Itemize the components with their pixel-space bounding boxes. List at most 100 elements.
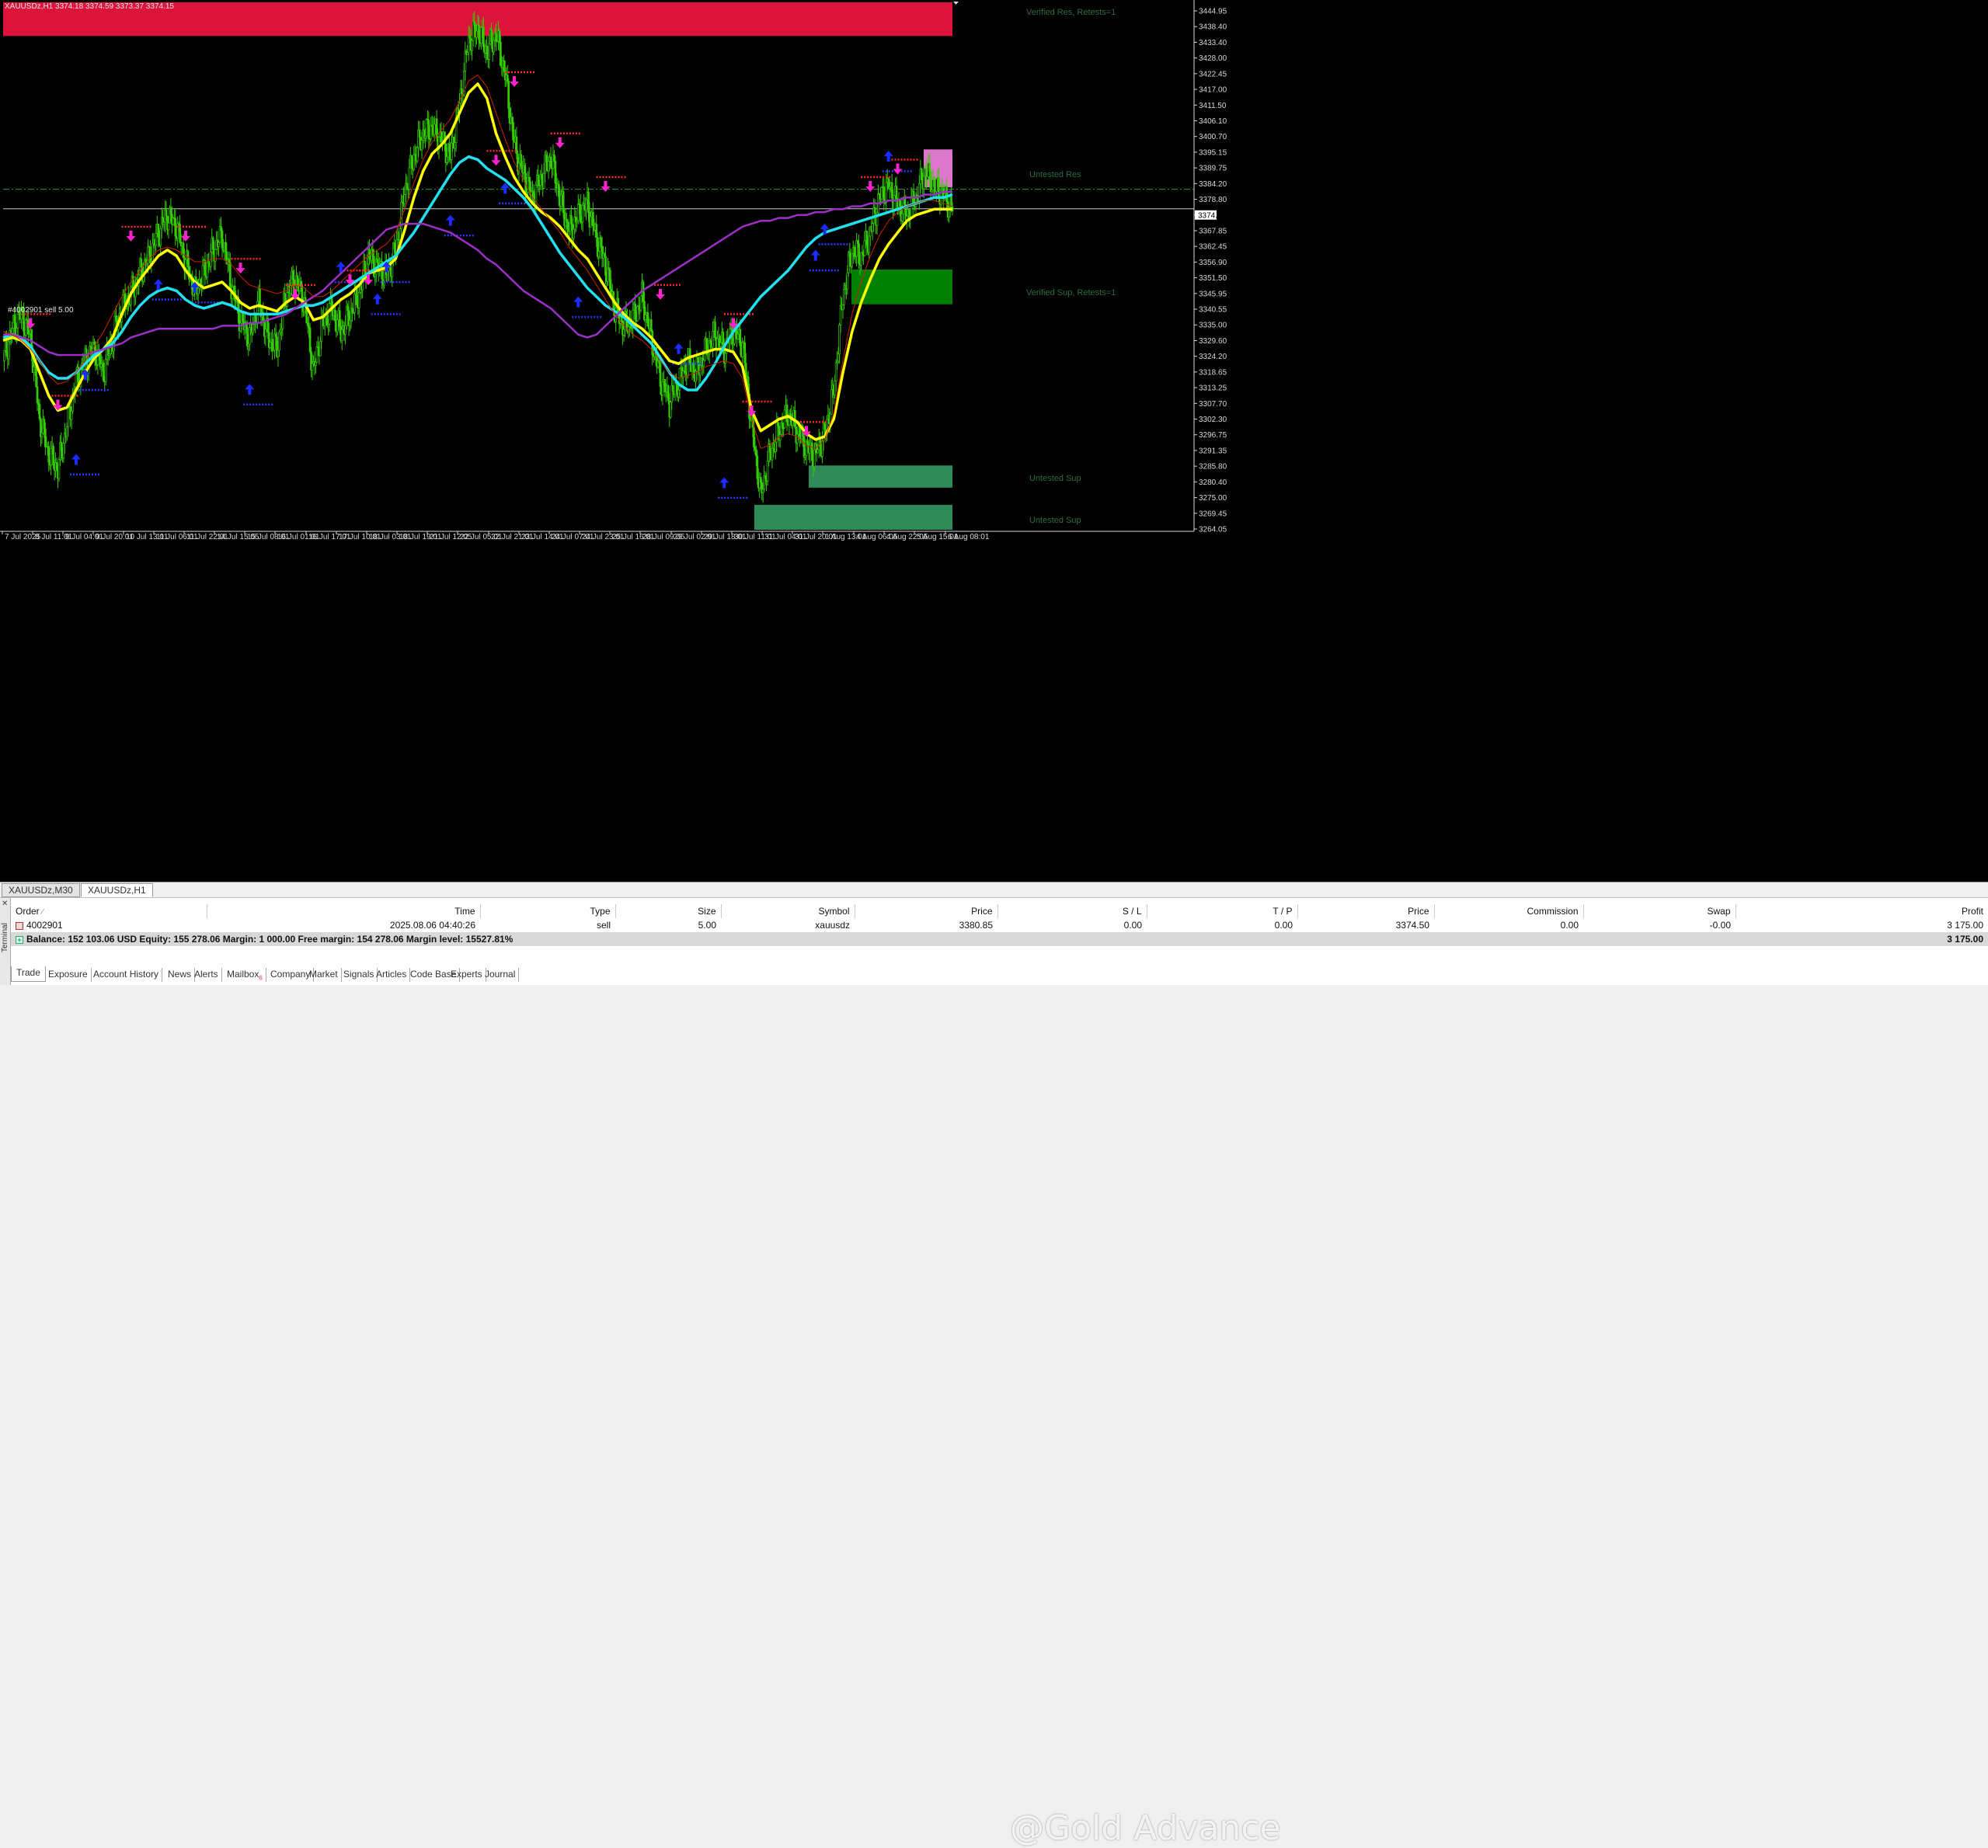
candle-body [186, 250, 190, 267]
candle-body [537, 175, 540, 186]
candle-body [557, 183, 560, 197]
tab-exposure[interactable]: Exposure [45, 968, 92, 982]
expand-icon[interactable]: + [16, 935, 23, 944]
candle-body [159, 228, 162, 246]
candle-body [157, 224, 160, 238]
price-tick-label: 3296.75 [1199, 431, 1227, 440]
candle-body [880, 186, 883, 200]
tab-journal[interactable]: Journal [482, 968, 520, 982]
column-header-symbol[interactable]: Symbol [721, 904, 855, 918]
candle-body [741, 343, 744, 357]
candle-body [933, 179, 935, 187]
candle-body [766, 461, 769, 482]
candle-body [837, 353, 840, 362]
tab-articles[interactable]: Articles [373, 968, 411, 982]
candle-body [798, 426, 801, 437]
candle-body [806, 440, 809, 445]
column-header-swap[interactable]: Swap [1583, 904, 1736, 918]
candle-body [671, 385, 674, 392]
tab-mailbox[interactable]: Mailbox6 [224, 968, 266, 982]
candle-body [3, 350, 5, 361]
up-arrow-icon [810, 249, 820, 261]
candle-body [254, 314, 256, 324]
candle-body [776, 422, 779, 426]
price-tick-label: 3335.00 [1199, 322, 1227, 330]
candle-body [248, 327, 251, 345]
candle-body [803, 436, 806, 458]
zone-label-verified-res: Verified Res, Retests=1 [1026, 8, 1116, 17]
tab-alerts[interactable]: Alerts [191, 968, 222, 982]
table-row[interactable]: 4002901 2025.08.06 04:40:26 sell 5.00 xa… [11, 918, 1988, 932]
order-type: sell [596, 920, 611, 931]
candle-body [743, 342, 747, 364]
signal-arrows [26, 75, 903, 489]
candle-body [512, 122, 514, 141]
candle-body [52, 446, 54, 466]
candle-body [410, 155, 413, 167]
candle-body [328, 303, 331, 325]
price-tick-label: 3264.05 [1199, 526, 1227, 534]
candle-body [608, 267, 611, 271]
column-header-order[interactable]: Order ⁄ [11, 904, 207, 918]
candle-body [573, 228, 575, 239]
symbol-header: XAUUSDz,H1 3374.18 3374.59 3373.37 3374.… [5, 2, 174, 11]
candle-body [950, 196, 952, 207]
candle-body [271, 339, 273, 352]
candle-body [473, 20, 475, 26]
price-tick-label: 3356.90 [1199, 259, 1227, 267]
chart-window-tabs: XAUUSDz,M30 XAUUSDz,H1 [0, 882, 1988, 898]
tab-account-history[interactable]: Account History [90, 968, 163, 982]
column-header-take-profit[interactable]: T / P [1147, 904, 1298, 918]
tab-experts[interactable]: Experts [447, 968, 486, 982]
candle-body [357, 291, 360, 308]
column-header-commission[interactable]: Commission [1434, 904, 1584, 918]
candle-body [62, 443, 65, 458]
tab-xauusdz-h1[interactable]: XAUUSDz,H1 [81, 883, 153, 897]
candle-body [376, 259, 379, 263]
candle-body [636, 306, 639, 322]
candle-body [506, 75, 509, 82]
candle-body [440, 131, 443, 143]
column-header-size[interactable]: Size [615, 904, 722, 918]
order-take-profit: 0.00 [1274, 920, 1293, 931]
tab-market[interactable]: Market [306, 968, 342, 982]
candle-body [368, 249, 371, 259]
candle-body [712, 331, 714, 348]
candle-body [873, 207, 876, 214]
candle-body [639, 295, 642, 311]
candle-body [661, 381, 664, 395]
candle-body [498, 30, 501, 43]
candle-body [162, 221, 165, 225]
candle-body [104, 359, 107, 382]
column-header-profit[interactable]: Profit [1736, 904, 1988, 918]
candle-body [340, 329, 343, 341]
candle-body [920, 169, 923, 180]
column-header-time[interactable]: Time [207, 904, 481, 918]
tab-xauusdz-m30[interactable]: XAUUSDz,M30 [2, 883, 80, 897]
order-open-price: 3380.85 [959, 920, 993, 931]
candle-body [945, 186, 949, 202]
candle-body [736, 333, 740, 339]
column-header-price[interactable]: Price [855, 904, 998, 918]
column-header-stop-loss[interactable]: S / L [997, 904, 1147, 918]
column-header-current-price[interactable]: Price [1297, 904, 1435, 918]
candle-body [566, 218, 568, 223]
candle-body [289, 285, 292, 294]
sell-order-icon [16, 921, 23, 930]
candle-body [149, 245, 151, 263]
candle-body [493, 40, 495, 53]
candle-body [344, 325, 346, 335]
tab-trade[interactable]: Trade [11, 966, 46, 982]
candle-body [554, 161, 557, 184]
price-chart[interactable]: Verified Res, Retests=1 Untested Res Verif… [0, 0, 1988, 882]
candle-body [507, 81, 510, 110]
down-arrow-icon [491, 155, 501, 166]
candle-body [278, 332, 280, 351]
candle-body [447, 144, 451, 152]
column-header-type[interactable]: Type [480, 904, 616, 918]
order-time: 2025.08.06 04:40:26 [389, 920, 475, 931]
close-icon[interactable]: ✕ [2, 900, 8, 908]
candle-body [547, 161, 550, 172]
down-arrow-icon [181, 230, 190, 242]
table-header-row: Order ⁄ Time Type Size Symbol Price S / … [11, 904, 1988, 918]
